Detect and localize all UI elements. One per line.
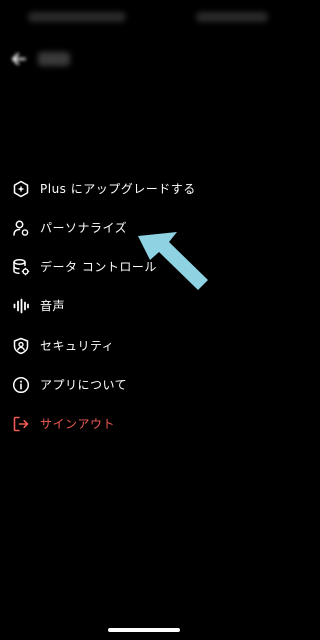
personalize-user-icon — [13, 220, 29, 236]
header — [0, 44, 288, 74]
voice-waveform-icon — [13, 298, 29, 314]
menu-item-sign-out[interactable]: サインアウト — [0, 406, 288, 442]
page-title-blurred — [38, 52, 70, 66]
sign-out-icon — [13, 416, 29, 432]
home-indicator[interactable] — [108, 628, 180, 632]
menu-item-label: サインアウト — [40, 417, 116, 431]
menu-item-label: パーソナライズ — [40, 221, 128, 235]
annotation-arrow-icon — [138, 232, 208, 290]
status-bar-left-blurred — [28, 12, 126, 22]
security-shield-icon — [13, 337, 29, 355]
menu-item-label: アプリについて — [40, 378, 128, 392]
status-bar — [0, 0, 288, 36]
menu-item-security[interactable]: セキュリティ — [0, 328, 288, 364]
menu-item-label: 音声 — [40, 299, 66, 313]
menu-item-about-app[interactable]: アプリについて — [0, 367, 288, 403]
menu-item-label: Plus にアップグレードする — [40, 182, 196, 196]
database-settings-icon — [13, 259, 30, 276]
back-arrow-icon[interactable] — [10, 50, 28, 68]
status-bar-right-blurred — [196, 12, 268, 22]
menu-item-upgrade-plus[interactable]: Plus にアップグレードする — [0, 171, 288, 207]
menu-item-label: セキュリティ — [40, 339, 115, 353]
info-icon — [12, 376, 30, 394]
upgrade-hex-icon — [13, 180, 29, 198]
